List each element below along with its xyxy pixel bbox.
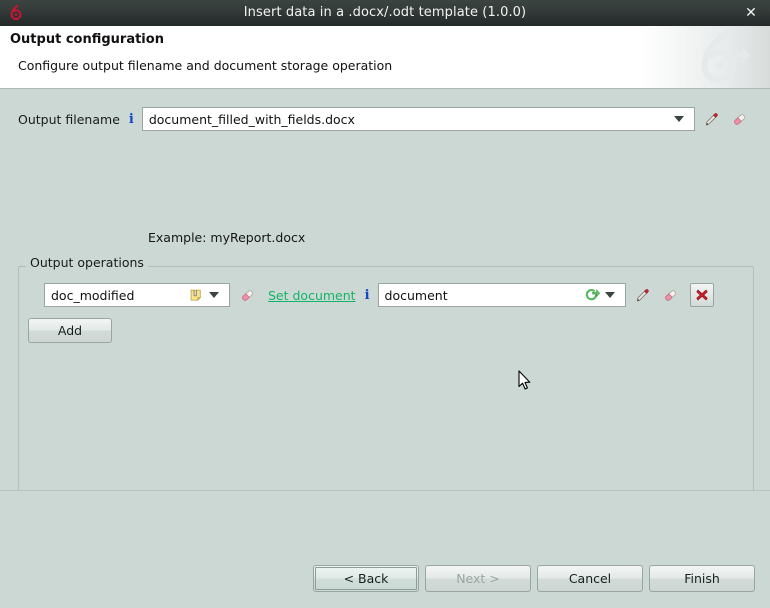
output-filename-row: Output filename i document_filled_with_f… — [0, 106, 770, 132]
title-bar: Insert data in a .docx/.odt template (1.… — [0, 0, 770, 26]
operation-pencil-icon[interactable] — [632, 284, 654, 306]
dialog-footer: < Back Next > Cancel Finish — [0, 491, 770, 608]
output-filename-combobox[interactable]: document_filled_with_fields.docx — [141, 107, 695, 131]
operation-target-value: document — [384, 287, 448, 303]
dialog-header: Output configuration Configure output fi… — [0, 26, 770, 89]
operation-type-value: doc_modified — [51, 287, 135, 303]
green-arrow-refresh-icon — [583, 286, 601, 304]
add-button[interactable]: Add — [28, 318, 112, 343]
chevron-down-icon — [604, 292, 615, 298]
operation-type-combobox[interactable]: doc_modified — [44, 283, 230, 307]
finish-button[interactable]: Finish — [649, 565, 755, 592]
footer-button-group: < Back Next > Cancel Finish — [313, 565, 755, 592]
info-icon[interactable]: i — [129, 112, 134, 127]
cancel-button[interactable]: Cancel — [537, 565, 643, 592]
eraser-icon[interactable] — [729, 108, 751, 130]
output-operation-row: doc_modified Set document i document — [44, 282, 714, 308]
output-filename-label: Output filename — [18, 111, 120, 127]
chevron-down-icon — [209, 292, 219, 298]
output-filename-value: document_filled_with_fields.docx — [148, 111, 355, 127]
page-subtitle: Configure output filename and document s… — [18, 58, 393, 73]
back-button[interactable]: < Back — [313, 565, 419, 592]
operation-eraser-icon[interactable] — [660, 284, 682, 306]
set-document-info-icon[interactable]: i — [365, 288, 370, 303]
next-button: Next > — [425, 565, 531, 592]
app-logo-watermark-icon — [686, 26, 758, 88]
document-note-icon — [187, 286, 205, 304]
set-document-link[interactable]: Set document — [268, 288, 356, 303]
window-title: Insert data in a .docx/.odt template (1.… — [243, 5, 527, 20]
page-title: Output configuration — [10, 32, 164, 47]
pencil-icon[interactable] — [701, 108, 723, 130]
output-operations-title: Output operations — [26, 255, 148, 270]
chevron-down-icon — [673, 116, 684, 122]
app-logo-icon — [3, 0, 29, 26]
dialog-body: Output filename i document_filled_with_f… — [0, 89, 770, 562]
operation-target-combobox[interactable]: document — [377, 283, 626, 307]
operation-type-eraser-icon[interactable] — [236, 284, 258, 306]
filename-example-text: Example: myReport.docx — [148, 230, 306, 245]
dialog-window: Insert data in a .docx/.odt template (1.… — [0, 0, 770, 608]
red-x-delete-icon[interactable] — [689, 283, 714, 307]
close-icon[interactable]: ✕ — [738, 0, 764, 26]
